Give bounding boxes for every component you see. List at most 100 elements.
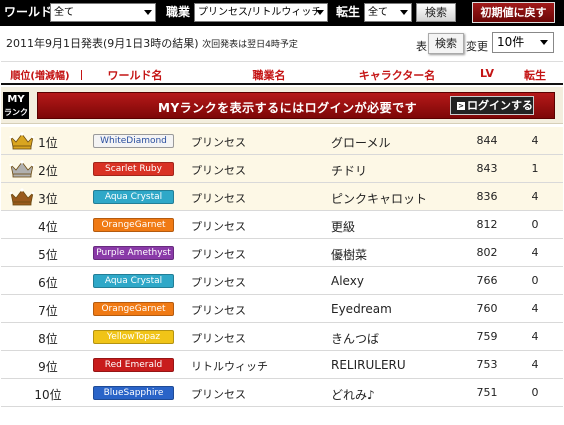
myrank-message: MYランクを表示するにはログインが必要です bbox=[158, 101, 418, 115]
character-cell[interactable]: ピンクキャロット bbox=[331, 190, 427, 207]
rank-cell: 10位 bbox=[34, 388, 62, 402]
job-cell: プリンセス bbox=[191, 388, 246, 401]
myrank-badge: MY ランク bbox=[3, 92, 29, 119]
character-cell[interactable]: Eyedream bbox=[331, 302, 392, 316]
next-notice: 次回発表は翌日4時予定 bbox=[202, 40, 298, 50]
character-cell[interactable]: Alexy bbox=[331, 274, 364, 288]
lv-cell: 836 bbox=[476, 190, 498, 203]
header-reinc: 転生 bbox=[524, 69, 546, 82]
table-row[interactable]: 5位 Purple Amethyst プリンセス 優樹菜 802 4 bbox=[1, 239, 563, 267]
job-filter-label: 職業 bbox=[166, 5, 191, 19]
myrank-badge-bottom: ランク bbox=[4, 108, 28, 117]
reinc-select[interactable]: 全て bbox=[364, 3, 412, 22]
world-badge: Aqua Crystal bbox=[93, 190, 174, 204]
ranking-header: 順位(増減幅) ワールド名 職業名 キャラクター名 LV 転生 bbox=[1, 61, 563, 85]
table-row[interactable]: 1位 WhiteDiamond プリンセス グローメル 844 4 bbox=[1, 127, 563, 155]
rank-cell: 7位 bbox=[38, 304, 58, 318]
search-tooltip: 検索 bbox=[428, 33, 464, 54]
world-badge: OrangeGarnet bbox=[93, 218, 174, 232]
world-badge: Red Emerald bbox=[93, 358, 174, 372]
myrank-badge-top: MY bbox=[7, 94, 25, 105]
world-badge: Scarlet Ruby bbox=[93, 162, 174, 176]
character-cell[interactable]: どれみ♪ bbox=[331, 386, 375, 403]
per-page-value: 10件 bbox=[497, 35, 525, 49]
header-rank: 順位(増減幅) bbox=[10, 71, 70, 82]
rank-cell: 5位 bbox=[38, 248, 58, 262]
lv-cell: 751 bbox=[476, 386, 498, 399]
world-badge: WhiteDiamond bbox=[93, 134, 174, 148]
myrank-row: MY ランク MYランクを表示するにはログインが必要です > ログインする bbox=[1, 87, 563, 124]
job-cell: プリンセス bbox=[191, 304, 246, 317]
rank-cell: 2位 bbox=[38, 164, 58, 178]
lv-cell: 753 bbox=[476, 358, 498, 371]
character-cell[interactable]: きんつば bbox=[331, 330, 379, 347]
world-select[interactable]: 全て bbox=[50, 3, 156, 22]
character-cell[interactable]: 更級 bbox=[331, 218, 355, 235]
world-badge: YellowTopaz bbox=[93, 330, 174, 344]
job-select[interactable]: プリンセス/リトルウィッチ bbox=[194, 3, 328, 22]
header-lv: LV bbox=[479, 67, 494, 80]
character-cell[interactable]: グローメル bbox=[331, 134, 391, 151]
table-row[interactable]: 8位 YellowTopaz プリンセス きんつば 759 4 bbox=[1, 323, 563, 351]
lv-cell: 802 bbox=[476, 246, 498, 259]
chevron-down-icon bbox=[144, 10, 152, 15]
world-badge: Aqua Crystal bbox=[93, 274, 174, 288]
per-page-select[interactable]: 10件 bbox=[492, 32, 554, 53]
world-filter-label: ワールド bbox=[4, 5, 53, 19]
per-page-suffix: 変更 bbox=[466, 40, 488, 53]
job-cell: プリンセス bbox=[191, 136, 246, 149]
announce-date: 2011年9月1日発表 bbox=[6, 37, 103, 50]
result-time: (9月1日3時の結果) bbox=[103, 37, 199, 50]
job-select-value: プリンセス/リトルウィッチ bbox=[198, 7, 322, 18]
table-row[interactable]: 4位 OrangeGarnet プリンセス 更級 812 0 bbox=[1, 211, 563, 239]
reinc-cell: 4 bbox=[531, 330, 539, 343]
rank-cell: 6位 bbox=[38, 276, 58, 290]
table-row[interactable]: 6位 Aqua Crystal プリンセス Alexy 766 0 bbox=[1, 267, 563, 295]
table-row[interactable]: 10位 BlueSapphire プリンセス どれみ♪ 751 0 bbox=[1, 379, 563, 407]
world-badge: Purple Amethyst bbox=[93, 246, 174, 260]
header-character: キャラクター名 bbox=[358, 69, 436, 82]
reinc-cell: 4 bbox=[531, 358, 539, 371]
ranking-list: 1位 WhiteDiamond プリンセス グローメル 844 4 2位 Scarlet Ru… bbox=[1, 127, 563, 407]
reset-button[interactable]: 初期値に戻す bbox=[472, 2, 555, 23]
job-cell: プリンセス bbox=[191, 164, 246, 177]
job-cell: プリンセス bbox=[191, 220, 246, 233]
reinc-cell: 0 bbox=[531, 274, 539, 287]
lv-cell: 844 bbox=[476, 134, 498, 147]
lv-cell: 812 bbox=[476, 218, 498, 231]
rank-cell: 3位 bbox=[38, 192, 58, 206]
chevron-down-icon bbox=[316, 10, 324, 15]
reinc-cell: 0 bbox=[531, 218, 539, 231]
chevron-down-icon bbox=[400, 10, 408, 15]
login-button[interactable]: > ログインする bbox=[450, 96, 534, 115]
lv-cell: 766 bbox=[476, 274, 498, 287]
login-label: ログインする bbox=[467, 99, 533, 112]
lv-cell: 843 bbox=[476, 162, 498, 175]
reinc-cell: 4 bbox=[531, 134, 539, 147]
header-job: 職業名 bbox=[252, 69, 286, 82]
character-cell[interactable]: チドリ bbox=[331, 162, 367, 179]
chevron-down-icon bbox=[540, 40, 548, 45]
rank-cell: 4位 bbox=[38, 220, 58, 234]
header-world: ワールド名 bbox=[107, 69, 163, 82]
header-divider bbox=[81, 70, 82, 80]
search-button[interactable]: 検索 bbox=[416, 3, 456, 22]
myrank-banner: MYランクを表示するにはログインが必要です > ログインする bbox=[37, 92, 555, 119]
lv-cell: 760 bbox=[476, 302, 498, 315]
filter-bar: ワールド 全て 職業 プリンセス/リトルウィッチ 転生 全て 検索 初期値に戻す bbox=[0, 0, 564, 26]
table-row[interactable]: 7位 OrangeGarnet プリンセス Eyedream 760 4 bbox=[1, 295, 563, 323]
world-badge: OrangeGarnet bbox=[93, 302, 174, 316]
reinc-filter-label: 転生 bbox=[336, 5, 361, 19]
rank-cell: 1位 bbox=[38, 136, 58, 150]
job-cell: プリンセス bbox=[191, 276, 246, 289]
character-cell[interactable]: 優樹菜 bbox=[331, 246, 367, 263]
world-badge: BlueSapphire bbox=[93, 386, 174, 400]
reinc-cell: 4 bbox=[531, 302, 539, 315]
reinc-cell: 1 bbox=[531, 162, 539, 175]
table-row[interactable]: 2位 Scarlet Ruby プリンセス チドリ 843 1 bbox=[1, 155, 563, 183]
announce-info: 2011年9月1日発表(9月1日3時の結果) 次回発表は翌日4時予定 bbox=[6, 35, 298, 51]
table-row[interactable]: 3位 Aqua Crystal プリンセス ピンクキャロット 836 4 bbox=[1, 183, 563, 211]
character-cell[interactable]: RELIRULERU bbox=[331, 358, 406, 372]
job-cell: プリンセス bbox=[191, 332, 246, 345]
table-row[interactable]: 9位 Red Emerald リトルウィッチ RELIRULERU 753 4 bbox=[1, 351, 563, 379]
